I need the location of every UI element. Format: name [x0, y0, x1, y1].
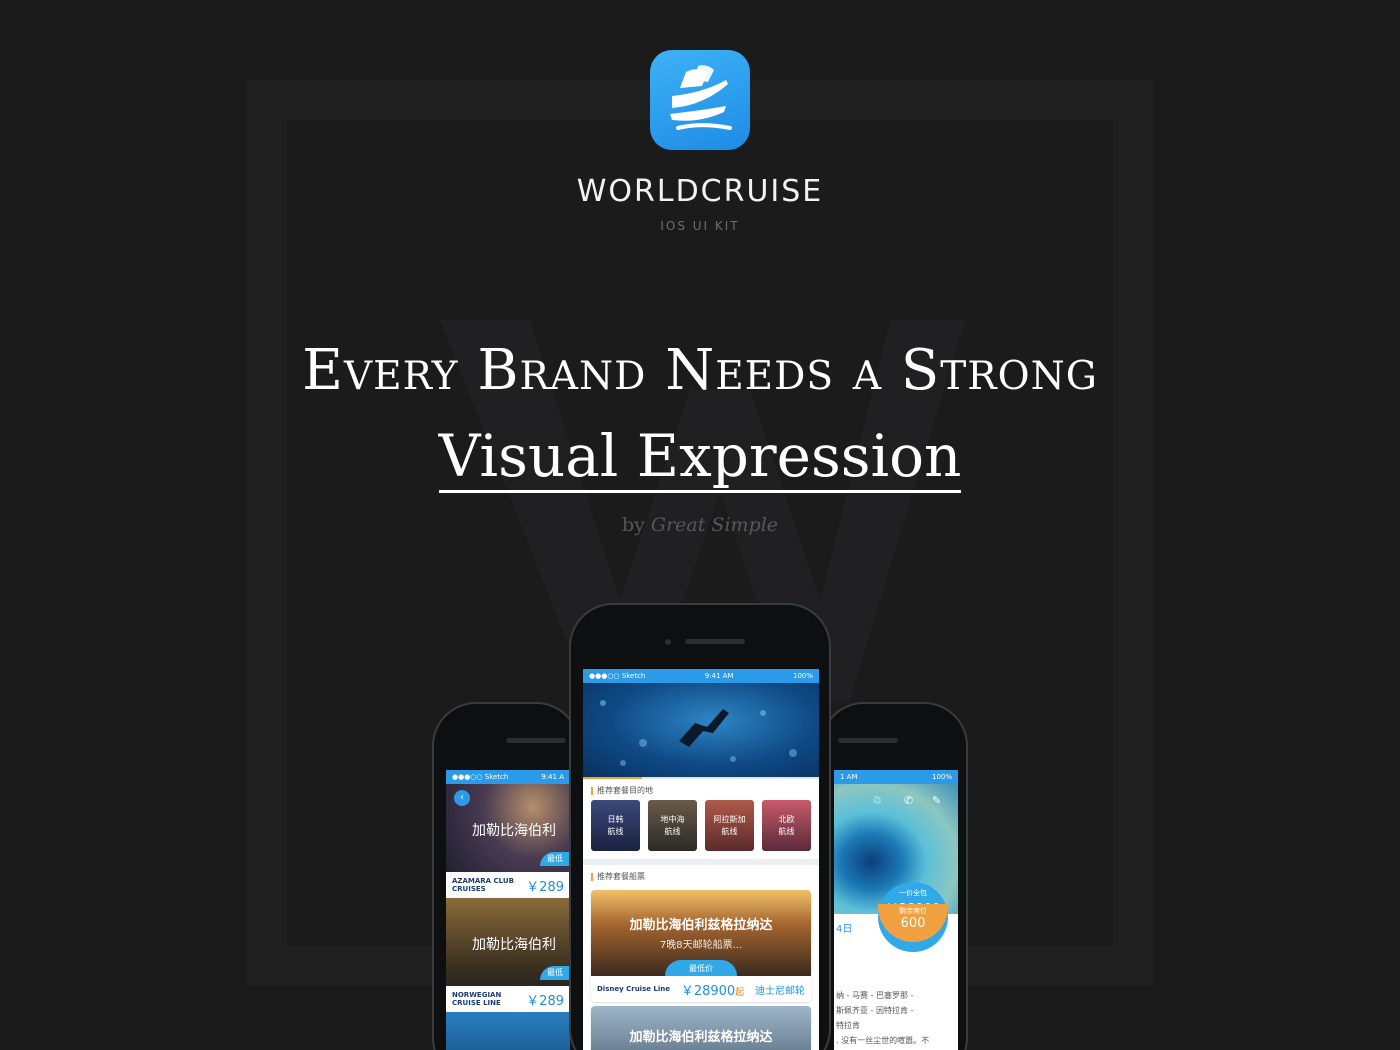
- share-icon[interactable]: ♲: [872, 794, 882, 807]
- card-footer: Disney Cruise Line ￥28900起 迪士尼邮轮: [591, 976, 811, 1002]
- status-time: 1 AM: [840, 773, 858, 781]
- diver-illustration: [600, 700, 797, 766]
- date-row: 4日 剩余席位 600: [834, 904, 958, 944]
- headline-underlined: Visual Expression: [438, 422, 962, 493]
- list-item[interactable]: [446, 1012, 570, 1050]
- card-image: 加勒比海伯利兹格拉纳达: [591, 1006, 811, 1050]
- lowest-price-badge: 最低: [540, 966, 570, 980]
- cruise-card[interactable]: 加勒比海伯利兹格拉纳达: [591, 1006, 811, 1050]
- date-text: 4日: [836, 924, 853, 935]
- front-camera: [665, 639, 671, 645]
- route-label: 航线: [607, 826, 624, 836]
- seats-value: 600: [900, 916, 926, 931]
- phone-speaker: [838, 738, 898, 743]
- seats-label: 剩余席位: [899, 907, 927, 915]
- itinerary-text: 纳 - 马赛 - 巴塞罗那 - 斯佩齐亚 - 因特拉肯 - 特拉肯 . 没有一丝…: [834, 944, 958, 1048]
- route-label: 地中海: [660, 814, 685, 824]
- phone-center: ●●●○○ Sketch 9:41 AM 100% 推荐套餐目的地 日韩航线 地…: [569, 603, 831, 1050]
- route-label: 北欧: [778, 814, 795, 824]
- headline-line-2: Visual Expression: [0, 422, 1400, 493]
- status-carrier: ●●●○○ Sketch: [589, 672, 646, 680]
- cruise-logo: AZAMARA CLUB CRUISES: [452, 877, 514, 893]
- status-battery: 100%: [931, 773, 952, 781]
- route-label: 航线: [721, 826, 738, 836]
- card-title: 加勒比海伯利: [472, 823, 556, 839]
- section-header: 推荐套餐船票: [583, 865, 819, 886]
- card-title: 加勒比海伯利兹格拉纳达: [629, 1030, 773, 1045]
- edit-icon[interactable]: ✎: [932, 794, 941, 807]
- seats-badge: 剩余席位 600: [878, 904, 948, 942]
- route-label: 日韩: [607, 814, 624, 824]
- status-bar: ●●●○○ Sketch 9:41 A: [446, 770, 570, 784]
- phone-icon[interactable]: ✆: [904, 794, 913, 807]
- route-list: 日韩航线 地中海航线 阿拉斯加航线 北欧航线: [583, 800, 819, 851]
- status-bar: 1 AM 100%: [834, 770, 958, 784]
- status-bar: ●●●○○ Sketch 9:41 AM 100%: [583, 669, 819, 683]
- card-price: ￥289: [526, 993, 564, 1009]
- byline-author: Great Simple: [650, 514, 779, 536]
- phone-left: ●●●○○ Sketch 9:41 A ‹ 加勒比海伯利 最低 AZAMARA …: [432, 702, 580, 1050]
- card-footer: AZAMARA CLUB CRUISES ￥289: [446, 872, 570, 898]
- cruise-logo: NORWEGIAN CRUISE LINE: [452, 991, 502, 1007]
- route-label: 阿拉斯加: [713, 814, 746, 824]
- price-value: ￥28900: [680, 983, 736, 999]
- route-tile-alaska[interactable]: 阿拉斯加 航线: [705, 800, 754, 851]
- ship-name: 迪士尼邮轮: [755, 985, 805, 997]
- route-tile-japan-korea[interactable]: 日韩 航线: [591, 800, 640, 851]
- price-label: 一价全包: [899, 889, 927, 897]
- card-price: ￥28900起: [681, 980, 744, 999]
- byline-prefix: by: [621, 514, 645, 536]
- itinerary-line: 斯佩齐亚 - 因特拉肯 -: [836, 1006, 914, 1015]
- section-title: 推荐套餐目的地: [597, 786, 653, 795]
- hero-banner[interactable]: [583, 683, 819, 777]
- brand-name: WORLDCRUISE: [576, 174, 824, 209]
- card-image: 加勒比海伯利兹格拉纳达 7晚8天邮轮船票... 最低价: [591, 890, 811, 976]
- status-carrier: ●●●○○ Sketch: [452, 773, 509, 781]
- list-item[interactable]: 加勒比海伯利 最低 NORWEGIAN CRUISE LINE ￥289: [446, 898, 570, 1012]
- route-label: 航线: [778, 826, 795, 836]
- itinerary-line: . 没有一丝尘世的喧嚣。不: [836, 1036, 930, 1045]
- lowest-price-badge: 最低: [540, 852, 570, 866]
- list-item[interactable]: ‹ 加勒比海伯利 最低 AZAMARA CLUB CRUISES ￥289: [446, 784, 570, 898]
- cruise-card[interactable]: 加勒比海伯利兹格拉纳达 7晚8天邮轮船票... 最低价 Disney Cruis…: [591, 890, 811, 1002]
- phone-speaker: [506, 738, 566, 743]
- card-subtitle: 7晚8天邮轮船票...: [659, 940, 743, 951]
- price-suffix: 起: [735, 987, 745, 998]
- destination-hero: ♲ ✆ ✎ 一价全包 ￥28900: [834, 784, 958, 952]
- status-battery: 100%: [792, 672, 813, 680]
- headline-line-1: Every Brand Needs a Strong: [302, 338, 1098, 403]
- back-icon[interactable]: ‹: [454, 790, 470, 806]
- cruise-logo: Disney Cruise Line: [597, 985, 671, 993]
- phone-center-screen: ●●●○○ Sketch 9:41 AM 100% 推荐套餐目的地 日韩航线 地…: [583, 669, 819, 1050]
- app-icon[interactable]: [650, 50, 750, 150]
- lowest-price-badge: 最低价: [665, 960, 737, 976]
- section-title: 推荐套餐船票: [597, 872, 645, 881]
- itinerary-line: 特拉肯: [836, 1021, 860, 1030]
- status-time: 9:41 A: [541, 773, 564, 781]
- card-footer: NORWEGIAN CRUISE LINE ￥289: [446, 986, 570, 1012]
- route-tile-mediterranean[interactable]: 地中海 航线: [648, 800, 697, 851]
- itinerary-line: 纳 - 马赛 - 巴塞罗那 -: [836, 991, 914, 1000]
- phone-left-screen: ●●●○○ Sketch 9:41 A ‹ 加勒比海伯利 最低 AZAMARA …: [446, 770, 570, 1050]
- card-price: ￥289: [526, 879, 564, 895]
- status-time: 9:41 AM: [704, 672, 734, 680]
- byline: by Great Simple: [0, 514, 1400, 536]
- route-tile-northern-europe[interactable]: 北欧 航线: [762, 800, 811, 851]
- phone-right: 1 AM 100% ♲ ✆ ✎ 一价全包 ￥28900 4日 剩余席位 600 …: [820, 702, 968, 1050]
- phone-right-screen: 1 AM 100% ♲ ✆ ✎ 一价全包 ￥28900 4日 剩余席位 600 …: [834, 770, 958, 1050]
- section-header: 推荐套餐目的地: [583, 779, 819, 800]
- route-label: 航线: [664, 826, 681, 836]
- phone-speaker: [685, 639, 745, 644]
- card-title: 加勒比海伯利兹格拉纳达: [629, 918, 773, 933]
- cruise-ship-icon: [670, 65, 732, 130]
- card-title: 加勒比海伯利: [472, 937, 556, 953]
- brand-subtitle: IOS UI KIT: [660, 219, 740, 233]
